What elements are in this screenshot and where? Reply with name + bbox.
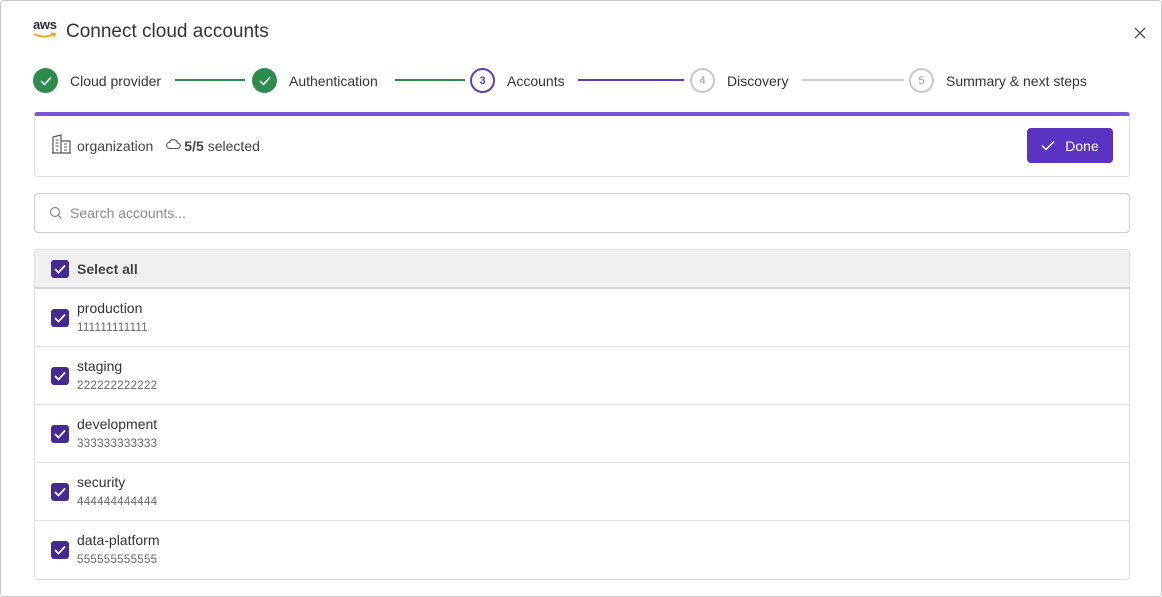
- organization-label: organization: [77, 138, 154, 154]
- account-id: 333333333333: [77, 438, 158, 450]
- aws-logo: aws: [33, 17, 59, 43]
- account-checkbox[interactable]: [51, 483, 69, 501]
- close-button[interactable]: [1132, 25, 1148, 41]
- step-summary[interactable]: 5 Summary & next steps: [909, 67, 1087, 94]
- select-all-checkbox[interactable]: [51, 259, 69, 278]
- step-label: Discovery: [727, 72, 789, 89]
- done-button-label: Done: [1065, 137, 1099, 154]
- close-icon: [1134, 27, 1146, 39]
- step-number: 4: [690, 68, 715, 93]
- select-all-label: Select all: [77, 260, 138, 277]
- account-row[interactable]: security 444444444444: [35, 463, 1129, 521]
- account-name: security: [77, 474, 126, 490]
- step-label: Authentication: [289, 72, 378, 89]
- step-connector-2: [395, 79, 465, 81]
- account-id: 111111111111: [77, 322, 148, 334]
- search-icon: [49, 206, 62, 219]
- checkmark-icon: [54, 429, 66, 439]
- selection-info-bar: organization 5/5 selected Done: [34, 112, 1130, 177]
- modal-title: Connect cloud accounts: [66, 21, 269, 42]
- select-all-row[interactable]: Select all: [35, 250, 1129, 289]
- account-row[interactable]: staging 222222222222: [35, 347, 1129, 405]
- step-connector-1: [175, 79, 245, 81]
- search-input[interactable]: [70, 205, 1070, 221]
- done-button[interactable]: Done: [1027, 128, 1113, 163]
- step-number: 3: [470, 68, 495, 93]
- account-row[interactable]: production 111111111111: [35, 289, 1129, 347]
- step-complete-check-icon: [252, 68, 277, 93]
- account-name: development: [77, 416, 158, 432]
- step-label: Summary & next steps: [946, 72, 1087, 89]
- step-connector-4: [802, 79, 904, 81]
- account-checkbox[interactable]: [51, 541, 69, 559]
- checkmark-icon: [54, 487, 66, 497]
- accounts-list: Select all production 111111111111 stagi…: [34, 249, 1130, 580]
- connect-cloud-accounts-modal: aws Connect cloud accounts Cloud provide…: [0, 0, 1162, 597]
- search-box[interactable]: [34, 193, 1130, 233]
- account-id: 555555555555: [77, 554, 158, 566]
- step-accounts[interactable]: 3 Accounts: [470, 67, 565, 94]
- account-checkbox[interactable]: [51, 309, 69, 327]
- account-id: 222222222222: [77, 380, 158, 392]
- step-discovery[interactable]: 4 Discovery: [690, 67, 788, 94]
- checkmark-icon: [54, 264, 66, 274]
- progress-stepper: Cloud provider Authentication 3 Accounts…: [33, 67, 1113, 94]
- account-name: data-platform: [77, 532, 160, 548]
- checkmark-icon: [54, 371, 66, 381]
- cloud-icon: [165, 137, 181, 155]
- selected-text: selected: [207, 138, 260, 154]
- building-icon: [51, 133, 73, 159]
- step-cloud-provider[interactable]: Cloud provider: [33, 67, 161, 94]
- aws-logo-text: aws: [33, 17, 57, 32]
- account-row[interactable]: data-platform 555555555555: [35, 521, 1129, 579]
- account-checkbox[interactable]: [51, 367, 69, 385]
- account-row[interactable]: development 333333333333: [35, 405, 1129, 463]
- step-connector-3: [578, 79, 684, 81]
- aws-smile-icon: [33, 32, 56, 38]
- step-label: Cloud provider: [70, 72, 162, 89]
- modal-header: aws Connect cloud accounts: [33, 17, 269, 47]
- step-number: 5: [909, 68, 934, 93]
- step-complete-check-icon: [33, 68, 58, 93]
- account-id: 444444444444: [77, 496, 158, 508]
- step-label: Accounts: [507, 72, 565, 89]
- step-authentication[interactable]: Authentication: [252, 67, 378, 94]
- selected-count: 5/5: [184, 138, 204, 154]
- checkmark-icon: [54, 313, 66, 323]
- account-checkbox[interactable]: [51, 425, 69, 443]
- checkmark-icon: [54, 545, 66, 555]
- account-name: production: [77, 300, 143, 316]
- check-icon: [1041, 141, 1055, 151]
- account-name: staging: [77, 358, 123, 374]
